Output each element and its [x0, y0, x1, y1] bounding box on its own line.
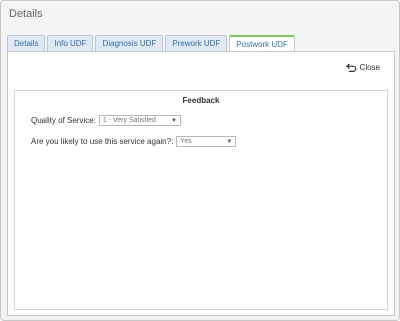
- reuse-label: Are you likely to use this service again…: [31, 137, 174, 146]
- tab-info-udf[interactable]: Info UDF: [47, 35, 94, 51]
- section-title: Feedback: [182, 96, 220, 105]
- tab-panel: Close Feedback Quality of Service: 1 - V…: [7, 51, 395, 316]
- quality-label: Quality of Service:: [31, 116, 96, 125]
- window-title: Details: [9, 8, 43, 20]
- quality-select[interactable]: 1 - Very Satisfied ▼: [98, 115, 181, 126]
- details-window: Details Details Info UDF Diagnosis UDF P…: [0, 0, 400, 321]
- feedback-section: Feedback Quality of Service: 1 - Very Sa…: [14, 90, 388, 310]
- tab-details[interactable]: Details: [7, 35, 46, 51]
- chevron-down-icon: ▼: [226, 138, 233, 145]
- reuse-row: Are you likely to use this service again…: [31, 136, 237, 147]
- close-button[interactable]: Close: [345, 63, 380, 72]
- tab-prework-udf[interactable]: Prework UDF: [165, 35, 228, 51]
- quality-row: Quality of Service: 1 - Very Satisfied ▼: [31, 115, 181, 126]
- reuse-value: Yes: [180, 138, 192, 145]
- close-label: Close: [359, 63, 380, 72]
- chevron-down-icon: ▼: [170, 117, 177, 124]
- quality-value: 1 - Very Satisfied: [102, 117, 156, 124]
- tab-bar: Details Info UDF Diagnosis UDF Prework U…: [7, 35, 295, 52]
- tab-postwork-udf[interactable]: Postwork UDF: [229, 35, 295, 52]
- tab-diagnosis-udf[interactable]: Diagnosis UDF: [95, 35, 164, 51]
- reuse-select[interactable]: Yes ▼: [176, 136, 237, 147]
- undo-arrow-icon: [345, 63, 357, 72]
